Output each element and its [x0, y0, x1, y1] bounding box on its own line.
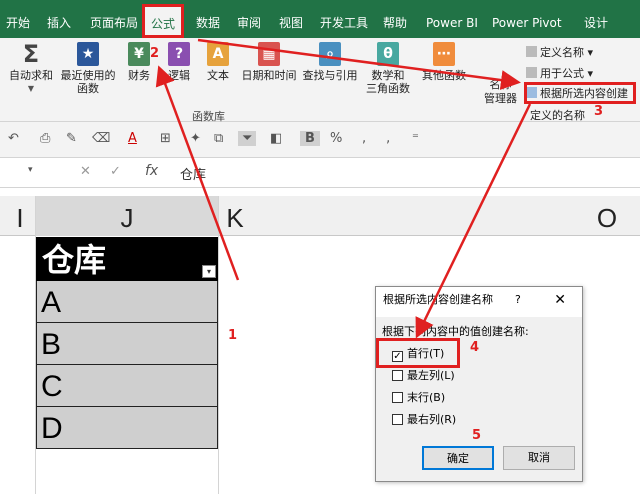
fill-color-icon[interactable]: ◧ — [270, 131, 282, 146]
text-book-icon: A — [207, 42, 229, 66]
column-headers: I J K O — [0, 196, 640, 236]
tag-icon — [526, 46, 537, 57]
help-icon[interactable]: ? — [515, 287, 521, 313]
tab-insert[interactable]: 插入 — [47, 0, 71, 38]
lookup-reference-button[interactable]: ⌕ 查找与引用 — [300, 42, 360, 82]
filter-dropdown-icon[interactable]: ▾ — [202, 265, 216, 278]
name-manager-button[interactable]: 名称 管理器 — [484, 78, 517, 106]
bold-icon[interactable]: B — [300, 131, 320, 146]
name-box-dropdown-icon[interactable]: ▾ — [28, 165, 33, 175]
formula-input[interactable]: 仓库 — [180, 164, 206, 183]
date-time-button[interactable]: ▦ 日期和时间 — [238, 42, 300, 82]
tab-design[interactable]: 设计 — [584, 0, 608, 38]
eraser-icon[interactable]: ⌫ — [92, 131, 110, 146]
tab-power-bi[interactable]: Power BI — [426, 0, 478, 38]
comma-icon[interactable]: , — [362, 131, 366, 146]
filter-icon[interactable]: ⏷ — [238, 131, 257, 146]
column-header-o[interactable]: O — [592, 196, 622, 236]
defined-names-group-label: 定义的名称 — [530, 109, 585, 122]
more-book-icon: ⋯ — [433, 42, 455, 66]
font-color-icon[interactable]: A — [128, 131, 137, 146]
autosum-button[interactable]: Σ 自动求和 ▼ — [8, 42, 54, 95]
logical-button[interactable]: ? 逻辑 — [164, 42, 194, 82]
tab-formulas[interactable]: 公式 — [142, 4, 185, 38]
use-in-formula-button[interactable]: 用于公式 ▾ — [526, 65, 593, 81]
formula-bar: ▾ ✕ ✓ fx 仓库 — [0, 158, 640, 188]
text-button[interactable]: A 文本 — [204, 42, 232, 82]
print-preview-icon[interactable]: ⎙ — [40, 131, 50, 146]
dialog-prompt: 根据下列内容中的值创建名称: — [382, 325, 529, 338]
step-badge-3: 3 — [594, 104, 604, 119]
increase-decimal-icon[interactable]: ‚ — [386, 131, 390, 146]
chevron-down-icon: ▼ — [27, 84, 35, 93]
theta-book-icon: θ — [377, 42, 399, 66]
right-column-checkbox[interactable]: 最右列(R) — [392, 411, 456, 427]
ok-button[interactable]: 确定 — [422, 446, 494, 470]
brush-icon[interactable]: ✎ — [66, 131, 77, 146]
cancel-button[interactable]: 取消 — [503, 446, 575, 470]
define-name-button[interactable]: 定义名称 ▾ — [526, 44, 593, 60]
warehouse-table: 仓库 ▾ A B C D — [36, 237, 218, 449]
question-book-icon: ? — [168, 42, 190, 66]
column-header-i[interactable]: I — [8, 196, 32, 236]
gridline — [218, 196, 219, 494]
lookup-book-icon: ⌕ — [319, 42, 341, 66]
table-row[interactable]: C — [36, 365, 218, 407]
undo-icon[interactable]: ↶ — [8, 131, 19, 146]
step-badge-2: 2 — [150, 46, 160, 61]
borders-icon[interactable]: ⊞ — [160, 131, 171, 146]
screenshot-icon[interactable]: ⧉ — [214, 131, 223, 146]
ribbon-tab-bar: 开始 插入 页面布局 公式 数据 审阅 视图 开发工具 帮助 Power BI … — [0, 0, 640, 38]
column-header-k[interactable]: K — [220, 196, 250, 236]
tab-view[interactable]: 视图 — [279, 0, 303, 38]
table-header-cell[interactable]: 仓库 ▾ — [36, 237, 218, 281]
confirm-entry-icon[interactable]: ✓ — [110, 164, 121, 179]
tab-power-pivot[interactable]: Power Pivot — [492, 0, 562, 38]
calendar-icon: ▦ — [258, 42, 280, 66]
highlight-create-from-selection — [524, 82, 636, 104]
quick-access-toolbar: ↶ ⎙ ✎ ⌫ A ⊞ ✦ ⧉ ⏷ ◧ B % , ‚ ⁼ — [0, 122, 640, 158]
tab-home[interactable]: 开始 — [6, 0, 30, 38]
finance-book-icon: ¥ — [128, 42, 150, 66]
math-trig-button[interactable]: θ 数学和 三角函数 — [362, 42, 414, 95]
ribbon-formulas: Σ 自动求和 ▼ ★ 最近使用的 函数 ¥ 财务 ? 逻辑 A 文本 ▦ 日期和时间… — [0, 38, 640, 123]
tab-data[interactable]: 数据 — [196, 0, 220, 38]
highlight-top-row — [376, 338, 460, 368]
sigma-icon: Σ — [22, 40, 40, 68]
table-row[interactable]: D — [36, 407, 218, 449]
step-badge-5: 5 — [472, 428, 482, 443]
cancel-entry-icon[interactable]: ✕ — [80, 164, 91, 179]
dialog-title: 根据所选内容创建名称 — [383, 293, 493, 306]
bottom-row-checkbox[interactable]: 末行(B) — [392, 389, 445, 405]
customize-toolbar-icon[interactable]: ⁼ — [412, 131, 419, 146]
column-header-j[interactable]: J — [36, 196, 218, 236]
more-functions-button[interactable]: ⋯ 其他函数 — [420, 42, 468, 82]
dialog-titlebar: 根据所选内容创建名称 ? ✕ — [376, 287, 582, 317]
insert-function-icon[interactable]: fx — [145, 163, 158, 179]
formula-tag-icon — [526, 67, 537, 78]
table-row[interactable]: A — [36, 281, 218, 323]
percent-icon[interactable]: % — [330, 131, 342, 146]
pin-icon[interactable]: ✦ — [190, 131, 201, 146]
tab-page-layout[interactable]: 页面布局 — [90, 0, 138, 38]
tab-developer[interactable]: 开发工具 — [320, 0, 368, 38]
star-book-icon: ★ — [77, 42, 99, 66]
recent-functions-button[interactable]: ★ 最近使用的 函数 — [58, 42, 118, 95]
tab-review[interactable]: 审阅 — [237, 0, 261, 38]
table-row[interactable]: B — [36, 323, 218, 365]
step-badge-1: 1 — [228, 328, 238, 343]
step-badge-4: 4 — [470, 340, 480, 355]
close-icon[interactable]: ✕ — [554, 287, 566, 313]
tab-help[interactable]: 帮助 — [383, 0, 407, 38]
left-column-checkbox[interactable]: 最左列(L) — [392, 367, 455, 383]
create-names-dialog: 根据所选内容创建名称 ? ✕ 根据下列内容中的值创建名称: ✓ 首行(T) 最左列… — [375, 286, 583, 482]
